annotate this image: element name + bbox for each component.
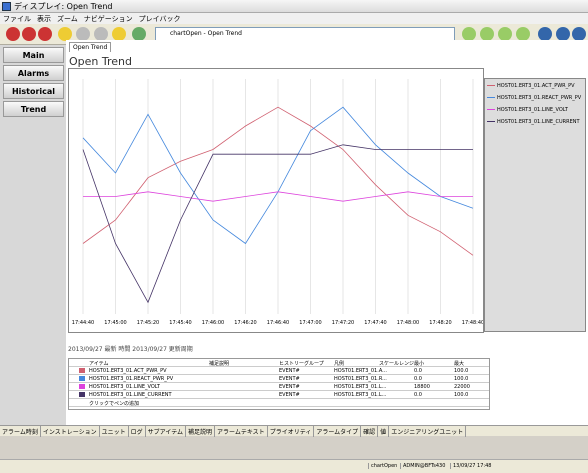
- legend-item: HOST01.ERT3_01.LINE_VOLT: [487, 107, 568, 113]
- nav-main-button[interactable]: Main: [3, 47, 64, 63]
- page-title: Open Trend: [69, 55, 132, 68]
- app-icon: [2, 2, 11, 11]
- menu-item-4[interactable]: プレイバック: [139, 15, 181, 23]
- x-tick-label: 17:46:20: [234, 320, 256, 326]
- x-tick-label: 17:47:20: [332, 320, 354, 326]
- x-tick-label: 17:44:40: [72, 320, 94, 326]
- menu-bar: ファイル 表示 ズーム ナビゲーション プレイバック: [0, 13, 588, 24]
- column-tabs: アラーム時刻 インストレーション ユニット ログ サブアイテム 補足説明 アラームテキストプ…: [0, 425, 588, 437]
- column-tab-8[interactable]: アラームタイプ: [314, 426, 362, 437]
- column-tab-9[interactable]: 確認: [361, 426, 379, 437]
- navigation-pane: Main Alarms Historical Trend: [0, 45, 66, 425]
- alarm-silence-icon[interactable]: [38, 27, 52, 41]
- table-row[interactable]: HOST01.ERT3_01.LINE_VOLT EVENT# HOST01.ERT…: [69, 383, 489, 391]
- edit-icon[interactable]: [556, 27, 570, 41]
- menu-item-1[interactable]: 表示: [37, 15, 51, 23]
- column-tab-6[interactable]: アラームテキスト: [215, 426, 268, 437]
- column-tab-1[interactable]: インストレーション: [41, 426, 100, 437]
- home-icon[interactable]: [112, 27, 126, 41]
- add-pen-row[interactable]: クリックでペンの追加: [69, 399, 489, 407]
- trend-chart[interactable]: 17:44:40 17:45:00 17:45:20 17:45:40 17:46:00…: [68, 68, 484, 333]
- column-tab-7[interactable]: プライオリティ: [268, 426, 315, 437]
- table-row[interactable]: HOST01.ERT3_01.ACT_PWR_PV EVENT# HOST01.ER…: [69, 367, 489, 375]
- zoom-reset-icon[interactable]: [516, 27, 530, 41]
- column-tab-5[interactable]: 補足説明: [186, 426, 216, 437]
- zoom-out-icon[interactable]: [480, 27, 494, 41]
- x-tick-label: 17:45:00: [104, 320, 126, 326]
- window-title: ディスプレイ: Open Trend: [14, 2, 113, 11]
- settings-icon[interactable]: [572, 27, 586, 41]
- menu-item-0[interactable]: ファイル: [3, 15, 31, 23]
- x-tick-label: 17:45:20: [137, 320, 159, 326]
- tools-icon[interactable]: [538, 27, 552, 41]
- x-tick-label: 17:48:20: [429, 320, 451, 326]
- grid-header: アイテム 補足説明 ヒストリーグループ 凡例 スケールレンジ 最小 最大: [69, 359, 489, 367]
- nav-historical-button[interactable]: Historical: [3, 83, 64, 99]
- column-tab-11[interactable]: エンジニアリングユニット: [389, 426, 467, 437]
- legend-item: HOST01.ERT3_01.ACT_PWR_PV: [487, 83, 575, 89]
- legend-item: HOST01.ERT3_01.REACT_PWR_PV: [487, 95, 581, 101]
- x-tick-label: 17:46:40: [267, 320, 289, 326]
- table-row[interactable]: HOST01.ERT3_01.LINE_CURRENT EVENT# HOST01.…: [69, 391, 489, 399]
- status-display: chartOpen: [368, 463, 397, 469]
- trend-chart-svg: 17:44:40 17:45:00 17:45:20 17:45:40 17:46:00…: [72, 79, 484, 326]
- column-tab-2[interactable]: ユニット: [100, 426, 129, 437]
- alarm-ack-icon[interactable]: [22, 27, 36, 41]
- column-tab-4[interactable]: サブアイテム: [146, 426, 187, 437]
- x-tick-label: 17:48:00: [397, 320, 419, 326]
- zoom-fit-icon[interactable]: [498, 27, 512, 41]
- x-tick-label: 17:47:40: [364, 320, 386, 326]
- pen-grid[interactable]: アイテム 補足説明 ヒストリーグループ 凡例 スケールレンジ 最小 最大 HOST01.ERT…: [68, 358, 490, 410]
- address-field[interactable]: chartOpen - Open Trend: [155, 27, 455, 41]
- x-tick-label: 17:45:40: [169, 320, 191, 326]
- status-time: 13/09/27 17:48: [450, 463, 491, 469]
- status-user: ADMIN@BFTs430: [400, 463, 445, 469]
- column-tab-0[interactable]: アラーム時刻: [0, 426, 41, 437]
- nav-alarms-button[interactable]: Alarms: [3, 65, 64, 81]
- x-tick-label: 17:48:40: [462, 320, 483, 326]
- up-icon[interactable]: [94, 27, 108, 41]
- back-icon[interactable]: [58, 27, 72, 41]
- menu-item-2[interactable]: ズーム: [57, 15, 78, 23]
- x-tick-label: 17:47:00: [299, 320, 321, 326]
- zoom-in-icon[interactable]: [462, 27, 476, 41]
- menu-item-3[interactable]: ナビゲーション: [84, 15, 133, 23]
- refresh-icon[interactable]: [132, 27, 146, 41]
- alarm-icon[interactable]: [6, 27, 20, 41]
- column-tab-3[interactable]: ログ: [129, 426, 146, 437]
- nav-trend-button[interactable]: Trend: [3, 101, 64, 117]
- title-bar: ディスプレイ: Open Trend: [0, 0, 588, 13]
- chart-legend: HOST01.ERT3_01.ACT_PWR_PV HOST01.ERT3_01.…: [484, 78, 586, 332]
- status-bar: chartOpen ADMIN@BFTs430 13/09/27 17:48: [0, 459, 588, 473]
- x-tick-label: 17:46:00: [202, 320, 224, 326]
- forward-icon[interactable]: [76, 27, 90, 41]
- tab-open-trend[interactable]: Open Trend: [69, 42, 112, 52]
- legend-item: HOST01.ERT3_01.LINE_CURRENT: [487, 119, 580, 125]
- time-controls[interactable]: 2013/09/27 最新 時間 2013/09/27 更新周期: [68, 344, 584, 356]
- table-row[interactable]: HOST01.ERT3_01.REACT_PWR_PV EVENT# HOST01.…: [69, 375, 489, 383]
- column-tab-10[interactable]: 値: [378, 426, 390, 437]
